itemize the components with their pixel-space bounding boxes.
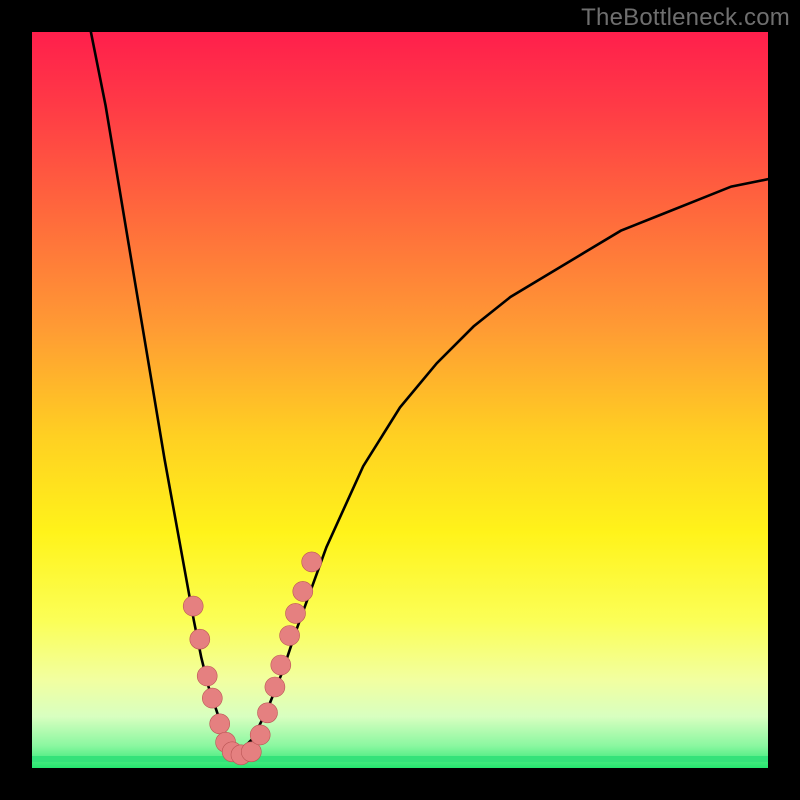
chart-frame: TheBottleneck.com: [0, 0, 800, 800]
right-branch: [238, 179, 768, 753]
highlight-dots: [183, 552, 322, 765]
left-branch: [91, 32, 238, 753]
watermark-text: TheBottleneck.com: [581, 4, 790, 32]
curve-layer: [32, 32, 768, 768]
plot-area: [32, 32, 768, 768]
